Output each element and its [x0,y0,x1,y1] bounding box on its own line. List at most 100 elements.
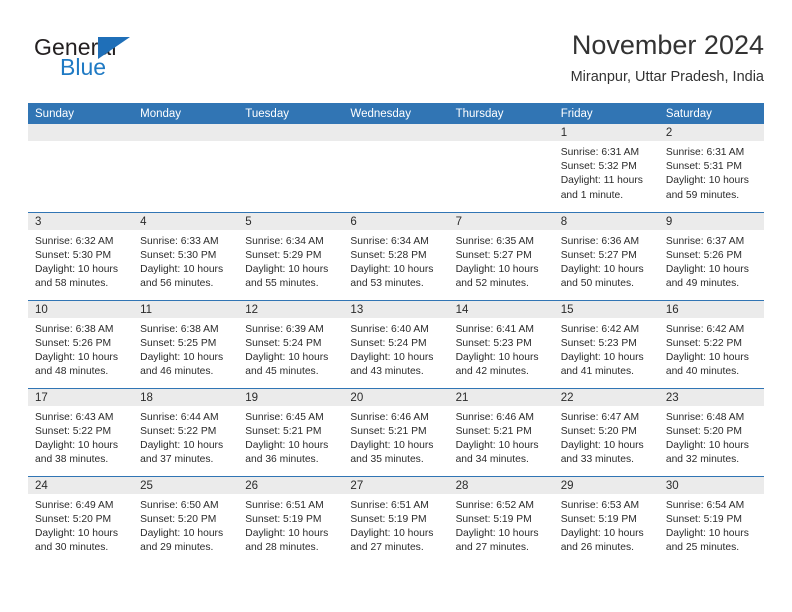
title-block: November 2024 Miranpur, Uttar Pradesh, I… [571,28,764,88]
sun-info: Sunrise: 6:37 AM Sunset: 5:26 PM Daylight:… [659,230,764,292]
sunset-text: Sunset: 5:27 PM [455,249,532,261]
sunrise-text: Sunrise: 6:43 AM [35,411,114,423]
daylight-text: Daylight: 10 hours and 33 minutes. [560,439,644,466]
calendar-day-cell[interactable]: 1 Sunrise: 6:31 AM Sunset: 5:32 PM Daylight… [553,124,659,212]
day-cell-inner: 16 Sunrise: 6:42 AM Sunset: 5:22 PM Dayligh… [658,300,764,388]
sunset-text: Sunset: 5:23 PM [560,337,637,349]
sunrise-text: Sunrise: 6:38 AM [35,323,114,335]
day-cell-inner: 7 Sunrise: 6:35 AM Sunset: 5:27 PM Daylight… [448,212,554,300]
calendar-day-cell[interactable]: 5 Sunrise: 6:34 AM Sunset: 5:29 PM Daylight… [238,211,344,300]
sunset-text: Sunset: 5:21 PM [350,425,427,437]
sunset-text: Sunset: 5:26 PM [665,249,742,261]
daylight-text: Daylight: 10 hours and 27 minutes. [455,527,539,554]
calendar-day-cell[interactable]: 9 Sunrise: 6:37 AM Sunset: 5:26 PM Daylight… [658,211,764,300]
daylight-text: Daylight: 10 hours and 42 minutes. [455,351,539,378]
day-cell-inner: 24 Sunrise: 6:49 AM Sunset: 5:20 PM Dayligh… [28,476,134,565]
daylight-text: Daylight: 10 hours and 58 minutes. [35,263,118,290]
page-title: November 2024 [571,30,764,60]
sun-info: Sunrise: 6:41 AM Sunset: 5:23 PM Daylight:… [449,318,554,380]
calendar-day-cell[interactable]: 4 Sunrise: 6:33 AM Sunset: 5:30 PM Daylight… [133,211,239,300]
sunset-text: Sunset: 5:19 PM [665,513,742,525]
calendar-day-cell[interactable]: 11 Sunrise: 6:38 AM Sunset: 5:25 PM Dayligh… [133,299,239,388]
day-number: 20 [343,388,449,406]
day-cell-inner: 3 Sunrise: 6:32 AM Sunset: 5:30 PM Daylight… [28,212,134,300]
weekday-header-saturday: Saturday [658,103,764,124]
calendar-day-cell[interactable]: 8 Sunrise: 6:36 AM Sunset: 5:27 PM Daylight… [553,211,659,300]
day-cell-inner: 4 Sunrise: 6:33 AM Sunset: 5:30 PM Daylight… [133,212,239,300]
sunset-text: Sunset: 5:19 PM [560,513,637,525]
calendar-day-cell[interactable]: 30 Sunrise: 6:54 AM Sunset: 5:19 PM Dayligh… [658,475,764,565]
calendar-day-cell[interactable]: 29 Sunrise: 6:53 AM Sunset: 5:19 PM Dayligh… [553,475,659,564]
day-cell-inner: 30 Sunrise: 6:54 AM Sunset: 5:19 PM Dayligh… [658,476,764,565]
daylight-text: Daylight: 10 hours and 29 minutes. [140,527,224,554]
day-number [343,124,449,141]
calendar-day-cell[interactable]: 23 Sunrise: 6:48 AM Sunset: 5:20 PM Dayligh… [658,387,764,476]
sunrise-text: Sunrise: 6:46 AM [455,411,534,423]
day-number: 2 [658,124,764,141]
calendar-day-cell[interactable]: 21 Sunrise: 6:46 AM Sunset: 5:21 PM Dayligh… [448,387,554,476]
calendar-day-cell[interactable]: 2 Sunrise: 6:31 AM Sunset: 5:31 PM Daylight… [658,124,764,212]
general-blue-logo[interactable]: General Blue [28,32,258,88]
weekday-header-monday: Monday [133,103,239,124]
sun-info: Sunrise: 6:43 AM Sunset: 5:22 PM Daylight:… [28,406,133,468]
sunrise-text: Sunrise: 6:51 AM [245,499,324,511]
calendar-page: General Blue November 2024 Miranpur, Utt… [0,0,792,612]
sun-info: Sunrise: 6:32 AM Sunset: 5:30 PM Daylight:… [28,230,133,292]
day-cell-inner: 28 Sunrise: 6:52 AM Sunset: 5:19 PM Dayligh… [448,476,554,565]
day-number: 28 [448,476,554,494]
day-cell-inner: 17 Sunrise: 6:43 AM Sunset: 5:22 PM Dayligh… [28,388,134,476]
calendar-day-cell[interactable]: 27 Sunrise: 6:51 AM Sunset: 5:19 PM Dayligh… [343,475,449,565]
sunrise-text: Sunrise: 6:40 AM [350,323,429,335]
calendar-day-cell[interactable]: 3 Sunrise: 6:32 AM Sunset: 5:30 PM Daylight… [28,211,134,300]
calendar-day-cell[interactable]: 19 Sunrise: 6:45 AM Sunset: 5:21 PM Dayligh… [238,387,344,476]
calendar-day-cell[interactable]: 16 Sunrise: 6:42 AM Sunset: 5:22 PM Dayligh… [658,299,764,388]
day-number [238,124,344,141]
sunrise-text: Sunrise: 6:31 AM [665,147,745,158]
calendar-day-cell[interactable]: 6 Sunrise: 6:34 AM Sunset: 5:28 PM Daylight… [343,211,449,300]
sun-info: Sunrise: 6:38 AM Sunset: 5:25 PM Daylight:… [133,318,238,380]
day-number: 21 [448,388,554,406]
day-cell-inner: 20 Sunrise: 6:46 AM Sunset: 5:21 PM Dayligh… [343,388,449,476]
calendar-grid: Sunday Monday Tuesday Wednesday Thursday Frid… [28,103,764,564]
day-number: 12 [238,300,344,318]
sun-info: Sunrise: 6:53 AM Sunset: 5:19 PM Daylight:… [554,494,659,556]
calendar-day-cell[interactable]: 26 Sunrise: 6:51 AM Sunset: 5:19 PM Dayligh… [238,475,344,564]
sun-info: Sunrise: 6:47 AM Sunset: 5:20 PM Daylight:… [554,406,659,468]
calendar-day-cell[interactable]: 13 Sunrise: 6:40 AM Sunset: 5:24 PM Dayligh… [343,299,449,388]
calendar-week-row: 10 Sunrise: 6:38 AM Sunset: 5:26 PM Dayligh… [28,299,764,388]
calendar-day-cell[interactable]: 10 Sunrise: 6:38 AM Sunset: 5:26 PM Dayligh… [28,299,134,388]
calendar-day-cell[interactable]: 28 Sunrise: 6:52 AM Sunset: 5:19 PM Dayligh… [448,475,554,565]
calendar-day-cell[interactable]: 22 Sunrise: 6:47 AM Sunset: 5:20 PM Dayligh… [553,387,659,476]
sunset-text: Sunset: 5:19 PM [245,513,322,525]
calendar-day-cell-empty [28,124,134,212]
sunrise-text: Sunrise: 6:42 AM [665,323,745,335]
calendar-day-cell[interactable]: 18 Sunrise: 6:44 AM Sunset: 5:22 PM Dayligh… [133,387,239,476]
calendar-day-cell[interactable]: 17 Sunrise: 6:43 AM Sunset: 5:22 PM Dayligh… [28,387,134,476]
sunset-text: Sunset: 5:21 PM [455,425,532,437]
calendar-day-cell[interactable]: 7 Sunrise: 6:35 AM Sunset: 5:27 PM Daylight… [448,211,554,300]
day-cell-inner [343,124,449,212]
day-number: 9 [658,212,764,230]
weekday-header-thursday: Thursday [448,103,554,124]
sun-info: Sunrise: 6:31 AM Sunset: 5:31 PM Daylight:… [659,141,764,203]
sun-info: Sunrise: 6:33 AM Sunset: 5:30 PM Daylight:… [133,230,238,292]
sunrise-text: Sunrise: 6:52 AM [455,499,534,511]
calendar-day-cell[interactable]: 12 Sunrise: 6:39 AM Sunset: 5:24 PM Dayligh… [238,299,344,388]
daylight-text: Daylight: 10 hours and 28 minutes. [245,527,329,554]
calendar-day-cell[interactable]: 15 Sunrise: 6:42 AM Sunset: 5:23 PM Dayligh… [553,299,659,388]
day-cell-inner [28,124,134,212]
sunset-text: Sunset: 5:22 PM [35,425,112,437]
day-number: 27 [343,476,449,494]
sunrise-text: Sunrise: 6:46 AM [350,411,429,423]
daylight-text: Daylight: 10 hours and 27 minutes. [350,527,434,554]
day-cell-inner: 27 Sunrise: 6:51 AM Sunset: 5:19 PM Dayligh… [343,476,449,565]
daylight-text: Daylight: 10 hours and 56 minutes. [140,263,224,290]
calendar-day-cell[interactable]: 14 Sunrise: 6:41 AM Sunset: 5:23 PM Dayligh… [448,299,554,388]
day-cell-inner: 2 Sunrise: 6:31 AM Sunset: 5:31 PM Daylight… [658,124,764,212]
calendar-day-cell[interactable]: 24 Sunrise: 6:49 AM Sunset: 5:20 PM Dayligh… [28,475,134,565]
sunrise-text: Sunrise: 6:31 AM [560,147,640,158]
day-number [28,124,134,141]
calendar-day-cell[interactable]: 25 Sunrise: 6:50 AM Sunset: 5:20 PM Dayligh… [133,475,239,564]
calendar-day-cell[interactable]: 20 Sunrise: 6:46 AM Sunset: 5:21 PM Dayligh… [343,387,449,476]
sunrise-text: Sunrise: 6:54 AM [665,499,745,511]
